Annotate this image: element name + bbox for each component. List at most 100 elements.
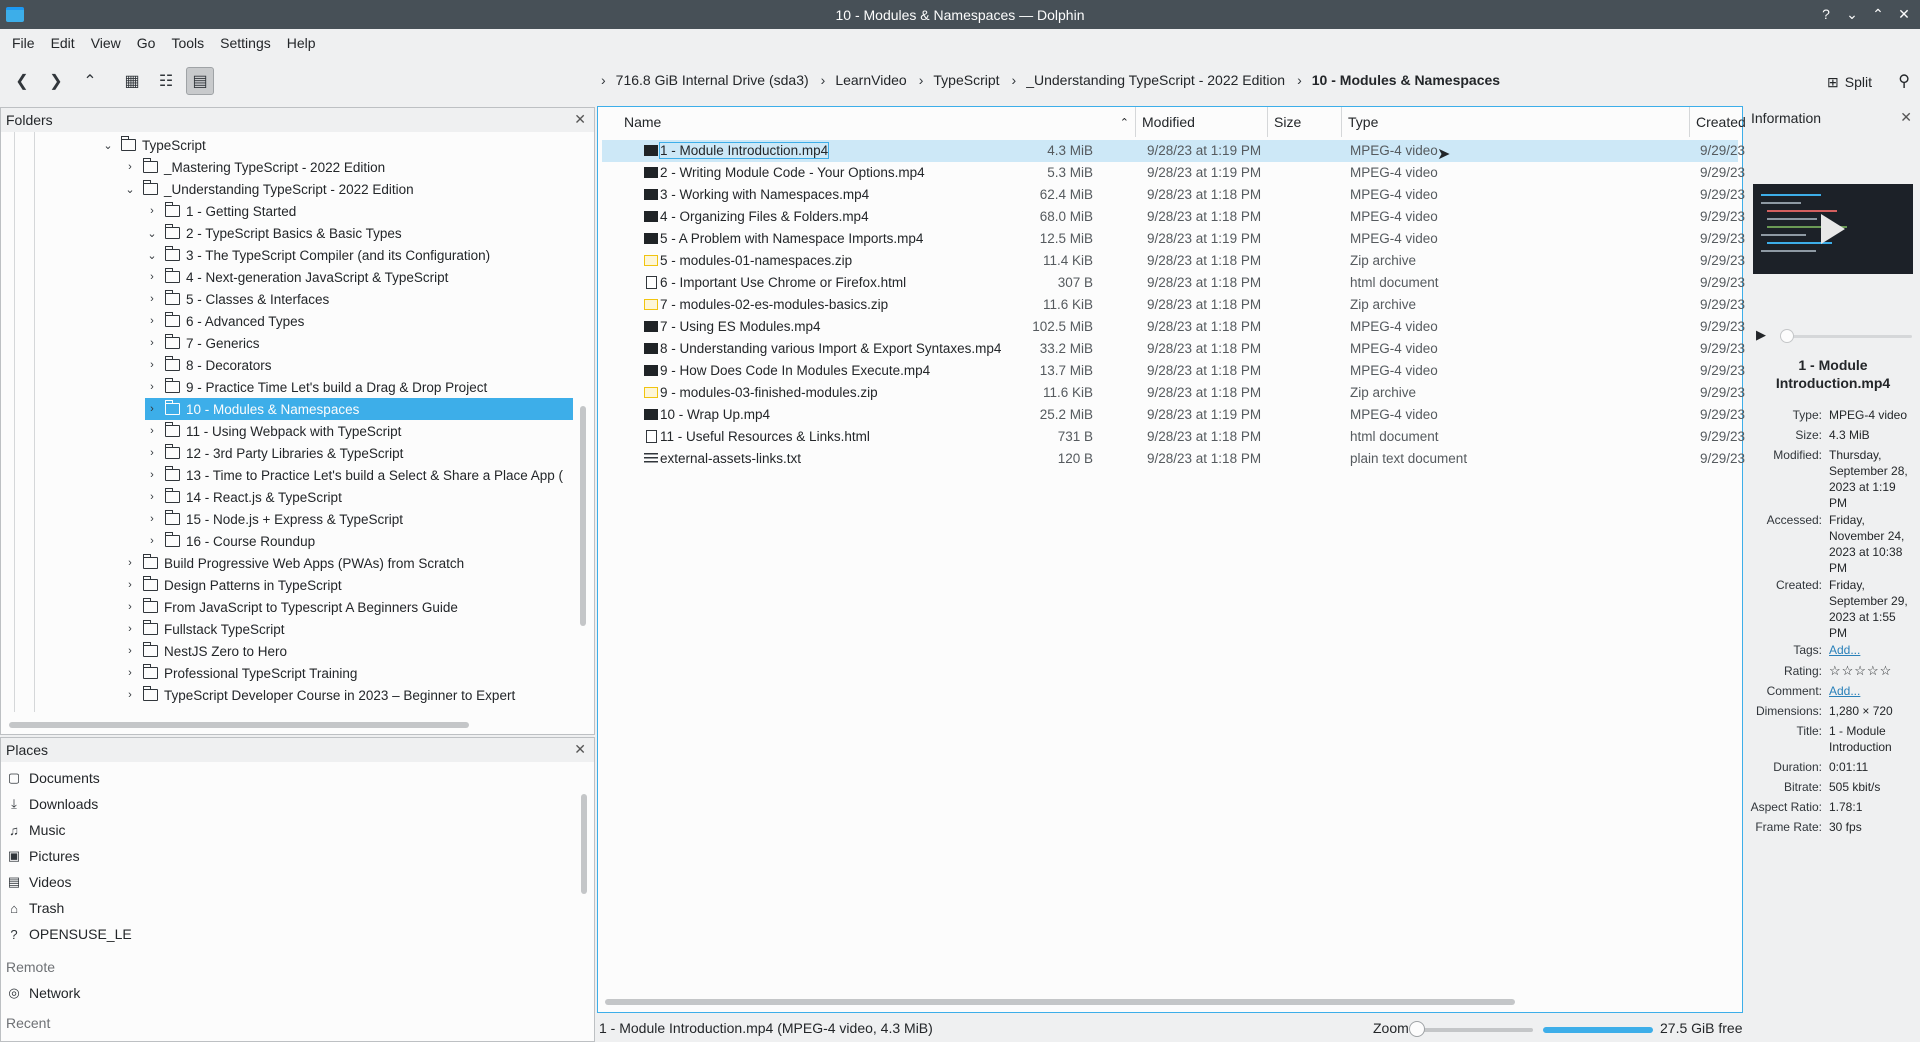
chevron-right-icon[interactable]: › (601, 72, 606, 88)
chevron-right-icon[interactable]: › (145, 425, 159, 437)
zoom-slider-handle[interactable] (1409, 1021, 1425, 1037)
folder-tree-item[interactable]: › 6 - Advanced Types (145, 310, 304, 332)
chevron-right-icon[interactable]: › (821, 72, 826, 88)
column-header-modified[interactable]: Modified (1136, 107, 1268, 137)
folder-tree-item[interactable]: › 4 - Next-generation JavaScript & TypeSc… (145, 266, 448, 288)
maximize-icon[interactable]: ⌃ (1868, 4, 1888, 24)
chevron-right-icon[interactable]: › (145, 293, 159, 305)
chevron-right-icon[interactable]: › (123, 557, 137, 569)
chevron-right-icon[interactable]: › (145, 535, 159, 547)
chevron-down-icon[interactable]: ⌄ (145, 227, 159, 240)
info-add-link[interactable]: Add... (1829, 642, 1914, 658)
chevron-right-icon[interactable]: › (145, 205, 159, 217)
chevron-down-icon[interactable]: ⌄ (101, 139, 115, 152)
close-icon[interactable]: ✕ (1894, 4, 1914, 24)
chevron-right-icon[interactable]: › (145, 491, 159, 503)
file-row[interactable]: external-assets-links.txt 9/28/23 at 1:18… (602, 448, 1745, 470)
folder-tree-item[interactable]: › 5 - Classes & Interfaces (145, 288, 329, 310)
chevron-right-icon[interactable]: › (123, 689, 137, 701)
folder-tree-item[interactable]: ⌄ _Understanding TypeScript - 2022 Editio… (123, 178, 414, 200)
menu-tools[interactable]: Tools (163, 35, 212, 51)
place-item[interactable]: ♫ Music (7, 818, 65, 842)
media-seek-slider[interactable] (1780, 335, 1912, 338)
folder-tree-item[interactable]: › Build Progressive Web Apps (PWAs) from … (123, 552, 464, 574)
folder-tree-item[interactable]: › 7 - Generics (145, 332, 260, 354)
chevron-right-icon[interactable]: › (123, 161, 137, 173)
place-item[interactable]: ⌂ Trash (7, 896, 64, 920)
chevron-right-icon[interactable]: › (123, 579, 137, 591)
folder-tree-item[interactable]: › 16 - Course Roundup (145, 530, 315, 552)
folder-tree-item[interactable]: › 12 - 3rd Party Libraries & TypeScript (145, 442, 403, 464)
place-item[interactable]: ? OPENSUSE_LE (7, 922, 131, 946)
info-add-link[interactable]: Add... (1829, 683, 1914, 699)
chevron-right-icon[interactable]: › (145, 271, 159, 283)
folder-tree-item[interactable]: ⌄ 2 - TypeScript Basics & Basic Types (145, 222, 402, 244)
icons-view-icon[interactable]: ▦ (118, 67, 146, 95)
dolphin-app-icon[interactable] (6, 7, 24, 22)
column-header-created[interactable]: Created (1690, 107, 1746, 137)
chevron-right-icon[interactable]: › (123, 645, 137, 657)
folder-tree-item[interactable]: › Design Patterns in TypeScript (123, 574, 342, 596)
place-item[interactable]: ⤓ Downloads (7, 792, 98, 816)
chevron-right-icon[interactable]: › (145, 381, 159, 393)
chevron-right-icon[interactable]: › (145, 469, 159, 481)
folder-tree-item[interactable]: › 11 - Using Webpack with TypeScript (145, 420, 401, 442)
folder-tree-item[interactable]: › 14 - React.js & TypeScript (145, 486, 342, 508)
menu-edit[interactable]: Edit (43, 35, 83, 51)
compact-view-icon[interactable]: ☷ (152, 67, 180, 95)
place-item[interactable]: ▢ Documents (7, 766, 100, 790)
folder-tree-item[interactable]: › 8 - Decorators (145, 354, 272, 376)
folder-tree-item[interactable]: › Professional TypeScript Training (123, 662, 357, 684)
file-row[interactable]: 4 - Organizing Files & Folders.mp4 9/28/2… (602, 206, 1745, 228)
file-row[interactable]: 9 - How Does Code In Modules Execute.mp4… (602, 360, 1745, 382)
details-view-icon[interactable]: ▤ (186, 67, 214, 95)
folder-tree-item[interactable]: › NestJS Zero to Hero (123, 640, 287, 662)
file-row[interactable]: 8 - Understanding various Import & Expor… (602, 338, 1745, 360)
chevron-right-icon[interactable]: › (1012, 72, 1017, 88)
folder-tree-item[interactable]: › 15 - Node.js + Express & TypeScript (145, 508, 403, 530)
folders-horizontal-scrollbar[interactable] (9, 722, 469, 728)
chevron-right-icon[interactable]: › (123, 667, 137, 679)
menu-view[interactable]: View (83, 35, 129, 51)
chevron-right-icon[interactable]: › (123, 601, 137, 613)
file-row[interactable]: 6 - Important Use Chrome or Firefox.html… (602, 272, 1745, 294)
chevron-right-icon[interactable]: › (145, 315, 159, 327)
breadcrumb-current[interactable]: 10 - Modules & Namespaces (1312, 72, 1500, 88)
minimize-icon[interactable]: ⌄ (1842, 4, 1862, 24)
folder-tree-item[interactable]: ⌄ 3 - The TypeScript Compiler (and its Co… (145, 244, 490, 266)
place-item[interactable]: ▣ Pictures (7, 844, 80, 868)
chevron-down-icon[interactable]: ⌄ (123, 183, 137, 196)
chevron-right-icon[interactable]: › (145, 447, 159, 459)
places-vertical-scrollbar[interactable] (581, 794, 587, 894)
search-icon[interactable]: ⚲ (1898, 71, 1910, 91)
breadcrumb-learnvideo[interactable]: LearnVideo (835, 72, 906, 88)
chevron-down-icon[interactable]: ⌄ (145, 249, 159, 262)
folder-tree-item[interactable]: › TypeScript Developer Course in 2023 – B… (123, 684, 515, 706)
file-row[interactable]: 2 - Writing Module Code - Your Options.m… (602, 162, 1745, 184)
folder-tree-item[interactable]: › From JavaScript to Typescript A Beginne… (123, 596, 458, 618)
close-icon[interactable]: ✕ (574, 741, 586, 758)
folder-tree-item[interactable]: ⌄ TypeScript (101, 134, 206, 156)
file-row[interactable]: 5 - A Problem with Namespace Imports.mp4… (602, 228, 1745, 250)
place-item[interactable]: ▤ Videos (7, 870, 72, 894)
file-row[interactable]: 3 - Working with Namespaces.mp4 9/28/23 a… (602, 184, 1745, 206)
up-icon[interactable]: ⌃ (76, 67, 104, 95)
chevron-right-icon[interactable]: › (145, 403, 159, 415)
folder-tree-item[interactable]: › 10 - Modules & Namespaces (145, 398, 573, 420)
menu-go[interactable]: Go (129, 35, 164, 51)
fileview-horizontal-scrollbar[interactable] (605, 999, 1515, 1005)
file-row[interactable]: 10 - Wrap Up.mp4 9/28/23 at 1:19 PM 25.2 M… (602, 404, 1745, 426)
chevron-right-icon[interactable]: › (123, 623, 137, 635)
column-header-name[interactable]: Name ⌃ (618, 107, 1136, 137)
folder-tree-item[interactable]: › 1 - Getting Started (145, 200, 296, 222)
play-icon[interactable]: ▶ (1756, 327, 1766, 343)
menu-settings[interactable]: Settings (212, 35, 279, 51)
breadcrumb-drive[interactable]: 716.8 GiB Internal Drive (sda3) (616, 72, 809, 88)
file-row[interactable]: 11 - Useful Resources & Links.html 9/28/2… (602, 426, 1745, 448)
place-network[interactable]: ◎ Network (7, 981, 80, 1005)
folder-tree-item[interactable]: › 13 - Time to Practice Let's build a Sel… (145, 464, 563, 486)
help-icon[interactable]: ? (1816, 4, 1836, 24)
chevron-right-icon[interactable]: › (1297, 72, 1302, 88)
folder-tree-item[interactable]: › Fullstack TypeScript (123, 618, 285, 640)
zoom-slider[interactable] (1413, 1028, 1533, 1032)
